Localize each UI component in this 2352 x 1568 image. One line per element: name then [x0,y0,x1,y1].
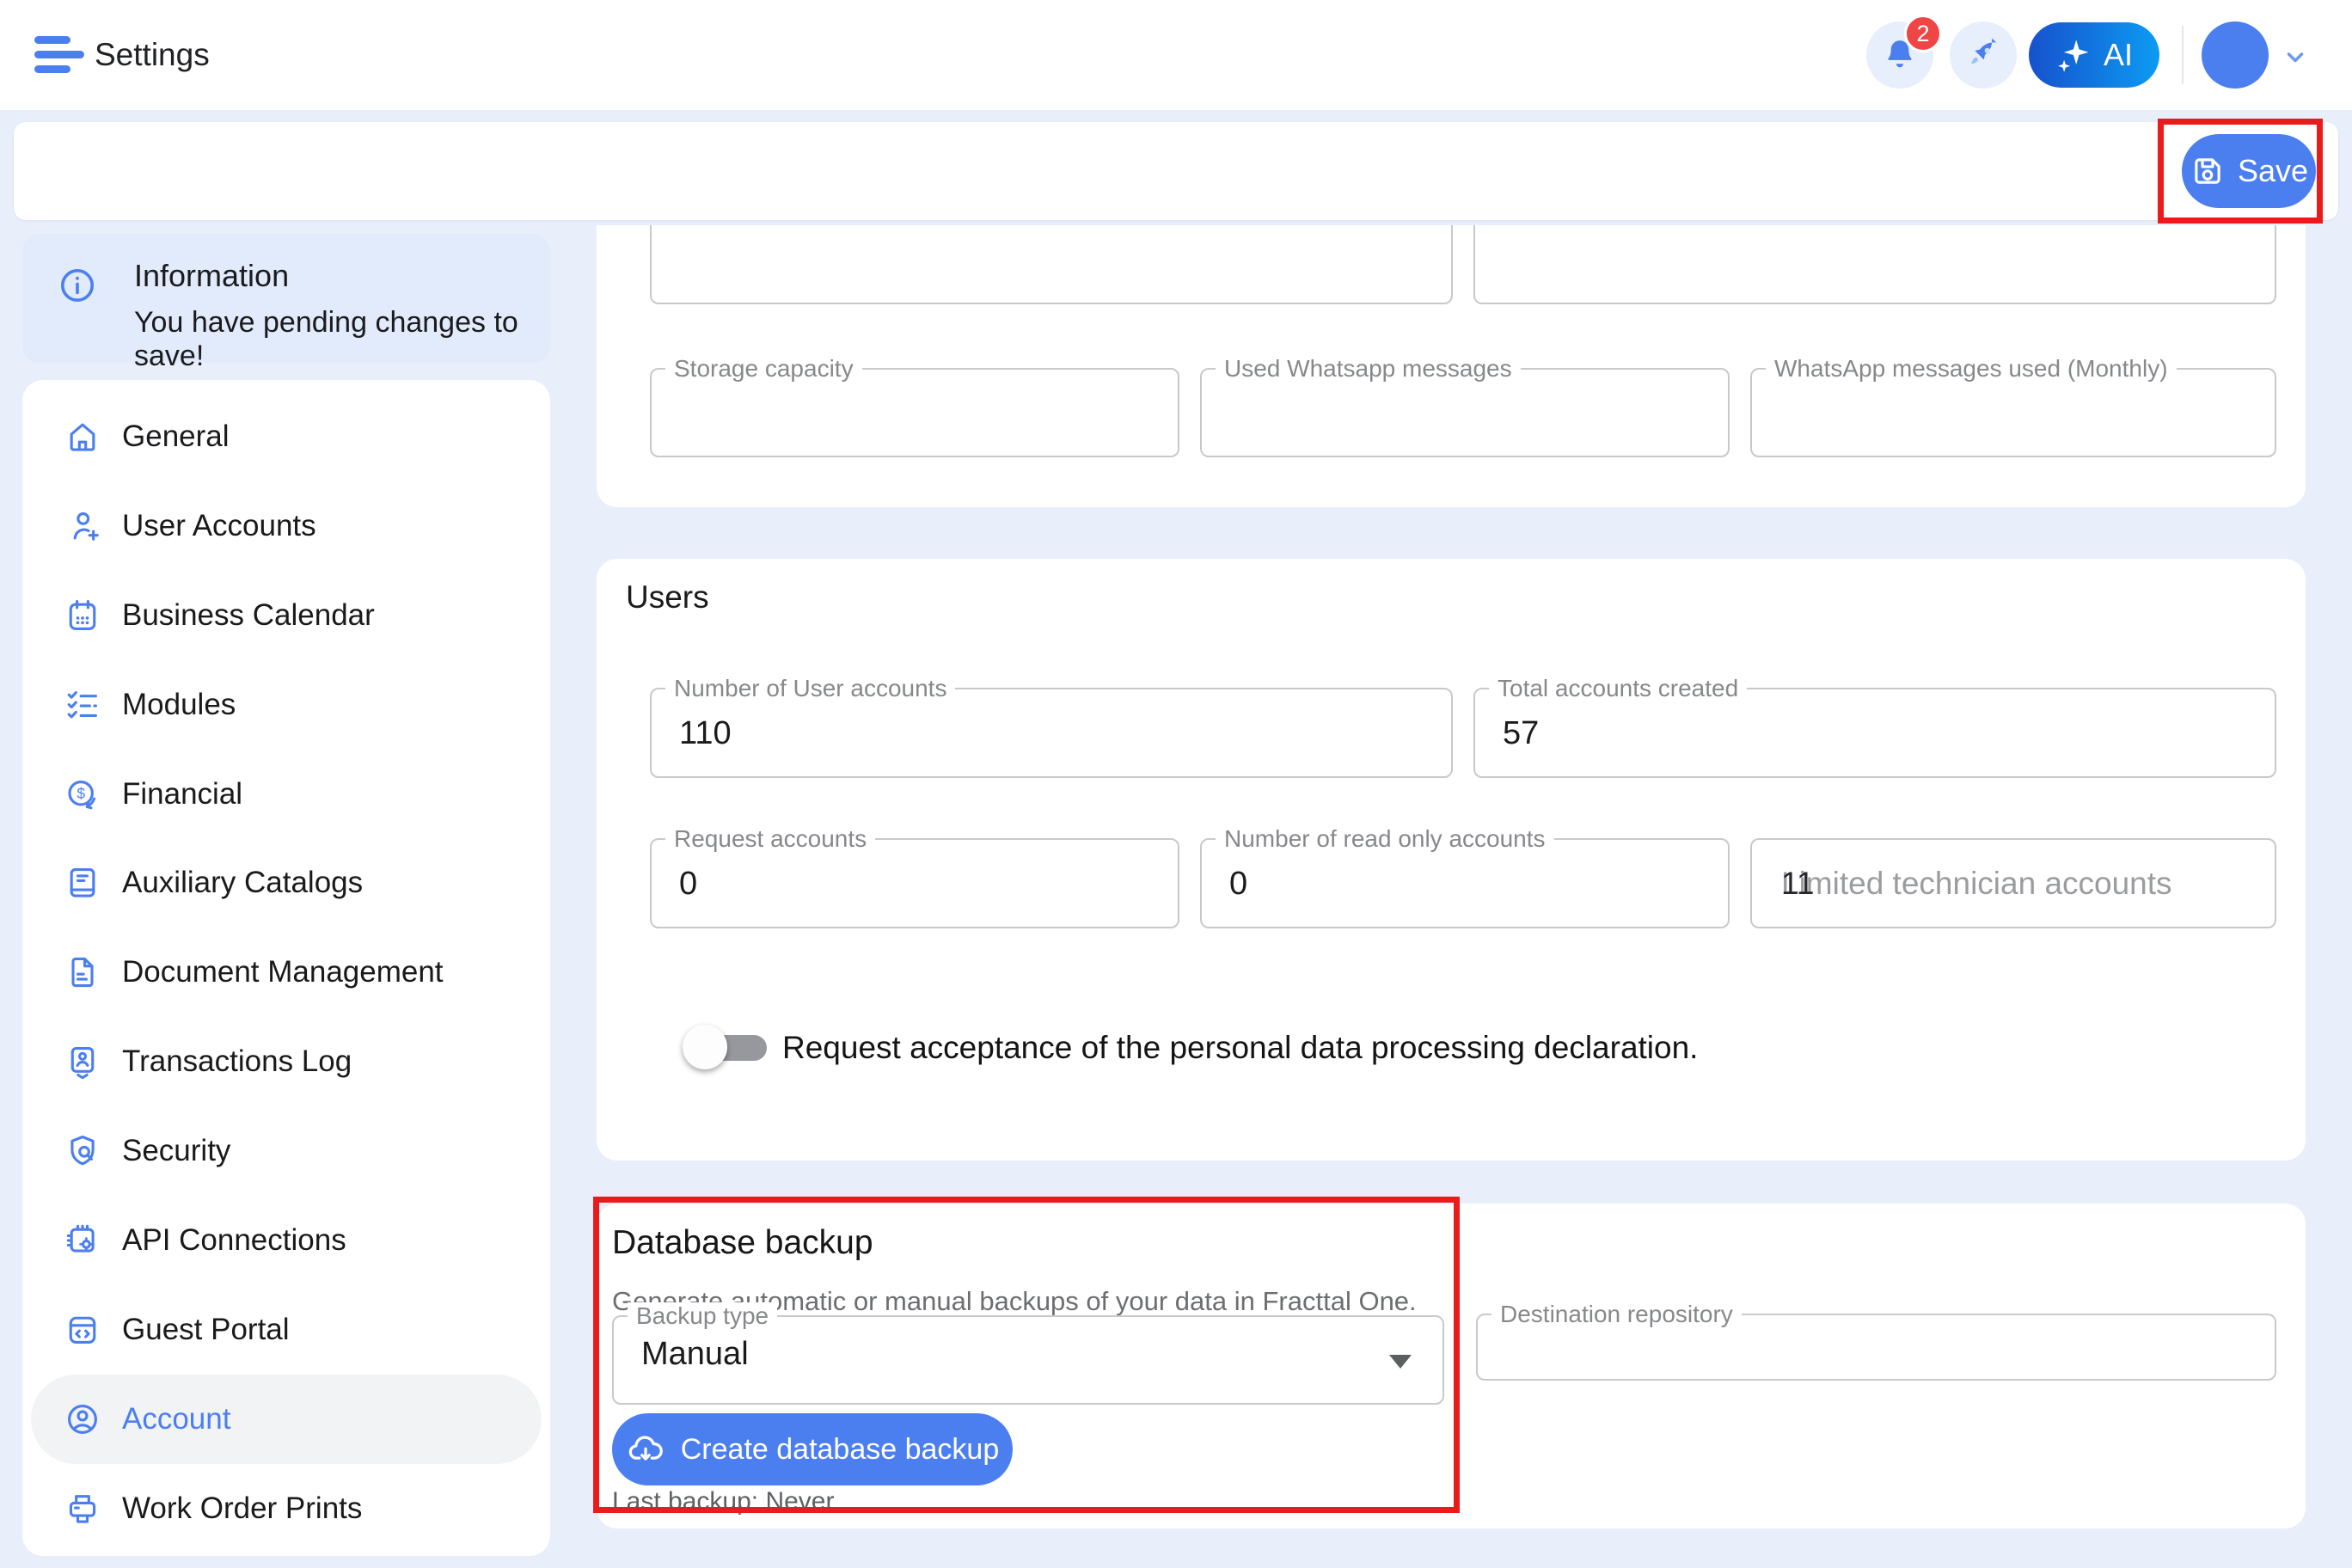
sidebar-item-auxiliary-catalogs[interactable]: Auxiliary Catalogs [22,838,550,928]
document-icon [64,953,101,991]
used-whatsapp-messages-field[interactable]: Used Whatsapp messages [1200,368,1730,457]
storage-capacity-field[interactable]: Storage capacity [650,368,1179,457]
clipped-field-2[interactable] [1473,225,2276,304]
sidebar-item-modules[interactable]: Modules [22,660,550,750]
printer-icon [64,1490,101,1528]
save-button[interactable]: Save [2182,134,2316,208]
sidebar-item-transactions-log[interactable]: Transactions Log [22,1017,550,1106]
destination-repository-label: Destination repository [1491,1301,1742,1328]
whatsapp-monthly-field[interactable]: WhatsApp messages used (Monthly) [1750,368,2276,457]
sidebar-item-general[interactable]: General [22,392,550,481]
sidebar-item-business-calendar[interactable]: Business Calendar [22,571,550,660]
app-header: Settings 2 AI [0,0,2352,110]
limited-technician-accounts-value: 11 [1781,866,1814,902]
calendar-icon [64,597,101,634]
number-of-user-accounts-label: Number of User accounts [665,675,955,702]
used-whatsapp-messages-label: Used Whatsapp messages [1216,355,1521,383]
database-backup-title: Database backup [612,1224,873,1262]
whatsapp-monthly-label: WhatsApp messages used (Monthly) [1766,355,2177,383]
info-icon [57,265,98,310]
window-code-icon [64,1311,101,1349]
shield-search-icon [64,1132,101,1170]
number-of-user-accounts-field[interactable]: Number of User accounts 110 [650,688,1453,778]
request-accounts-label: Request accounts [665,825,875,853]
ai-button[interactable]: AI [2029,22,2159,88]
info-banner: Information You have pending changes to … [22,234,550,363]
book-icon [64,864,101,902]
limited-technician-accounts-placeholder: Limited technician accounts [1781,866,2172,902]
user-plus-icon [64,507,101,545]
sidebar-item-guest-portal[interactable]: Guest Portal [22,1285,550,1375]
cloud-download-icon [626,1430,665,1469]
sidebar-item-work-order-prints[interactable]: Work Order Prints [22,1464,550,1553]
total-accounts-created-label: Total accounts created [1489,675,1747,702]
rocket-button[interactable] [1950,21,2017,89]
dollar-coin-icon: $ [64,775,101,813]
ai-label: AI [2104,37,2133,73]
storage-capacity-label: Storage capacity [665,355,862,383]
data-processing-toggle-label: Request acceptance of the personal data … [782,1030,1698,1066]
rocket-icon [1964,36,2002,74]
total-accounts-created-value: 57 [1503,715,1539,752]
notifications-button[interactable]: 2 [1866,21,1933,89]
limited-technician-accounts-field[interactable]: Limited technician accounts 11 [1750,838,2276,928]
data-processing-toggle[interactable] [683,1020,777,1075]
page-title: Settings [95,0,210,110]
request-accounts-field[interactable]: Request accounts 0 [650,838,1179,928]
users-card: Users Number of User accounts 110 Total … [597,559,2306,1161]
backup-type-select[interactable]: Backup type Manual [612,1315,1444,1405]
settings-sidebar: General User Accounts Business Calendar … [22,380,550,1556]
create-database-backup-button[interactable]: Create database backup [612,1413,1013,1485]
sidebar-item-document-management[interactable]: Document Management [22,928,550,1017]
toggle-thumb [683,1025,727,1069]
info-banner-message: You have pending changes to save! [134,306,550,373]
action-toolbar: Save [14,122,2338,220]
sidebar-item-api-connections[interactable]: API Connections [22,1196,550,1285]
sidebar-item-financial[interactable]: $ Financial [22,750,550,839]
menu-icon[interactable] [34,36,84,74]
account-limits-card: Storage capacity Used Whatsapp messages … [597,225,2306,507]
sidebar-item-user-accounts[interactable]: User Accounts [22,481,550,571]
request-accounts-value: 0 [679,866,697,903]
clipped-field-1[interactable] [650,225,1453,304]
receipt-person-icon [64,1043,101,1081]
last-backup-status: Last backup: Never [612,1487,834,1516]
avatar[interactable] [2202,21,2269,89]
users-card-title: Users [626,579,709,616]
database-backup-card: Database backup Generate automatic or ma… [597,1204,2306,1528]
save-icon [2190,153,2226,189]
backup-type-label: Backup type [628,1302,777,1330]
person-circle-icon [64,1400,101,1438]
chip-gear-icon [64,1222,101,1259]
total-accounts-created-field[interactable]: Total accounts created 57 [1473,688,2276,778]
sidebar-item-account[interactable]: Account [31,1375,542,1464]
notification-badge: 2 [1904,15,1942,52]
number-of-user-accounts-value: 110 [679,715,732,752]
dropdown-arrow-icon [1389,1355,1412,1369]
destination-repository-field[interactable]: Destination repository [1476,1314,2276,1381]
checklist-icon [64,686,101,724]
home-icon [64,418,101,456]
svg-text:$: $ [77,785,85,802]
chevron-down-icon[interactable] [2280,41,2311,72]
sidebar-item-security[interactable]: Security [22,1106,550,1196]
info-banner-title: Information [134,258,289,294]
ai-sparkle-icon [2055,36,2093,74]
header-divider [2182,26,2184,84]
read-only-accounts-field[interactable]: Number of read only accounts 0 [1200,838,1730,928]
backup-type-value: Manual [641,1336,749,1373]
read-only-accounts-value: 0 [1229,866,1247,903]
create-database-backup-label: Create database backup [681,1433,999,1467]
read-only-accounts-label: Number of read only accounts [1216,825,1554,853]
save-label: Save [2238,153,2308,189]
